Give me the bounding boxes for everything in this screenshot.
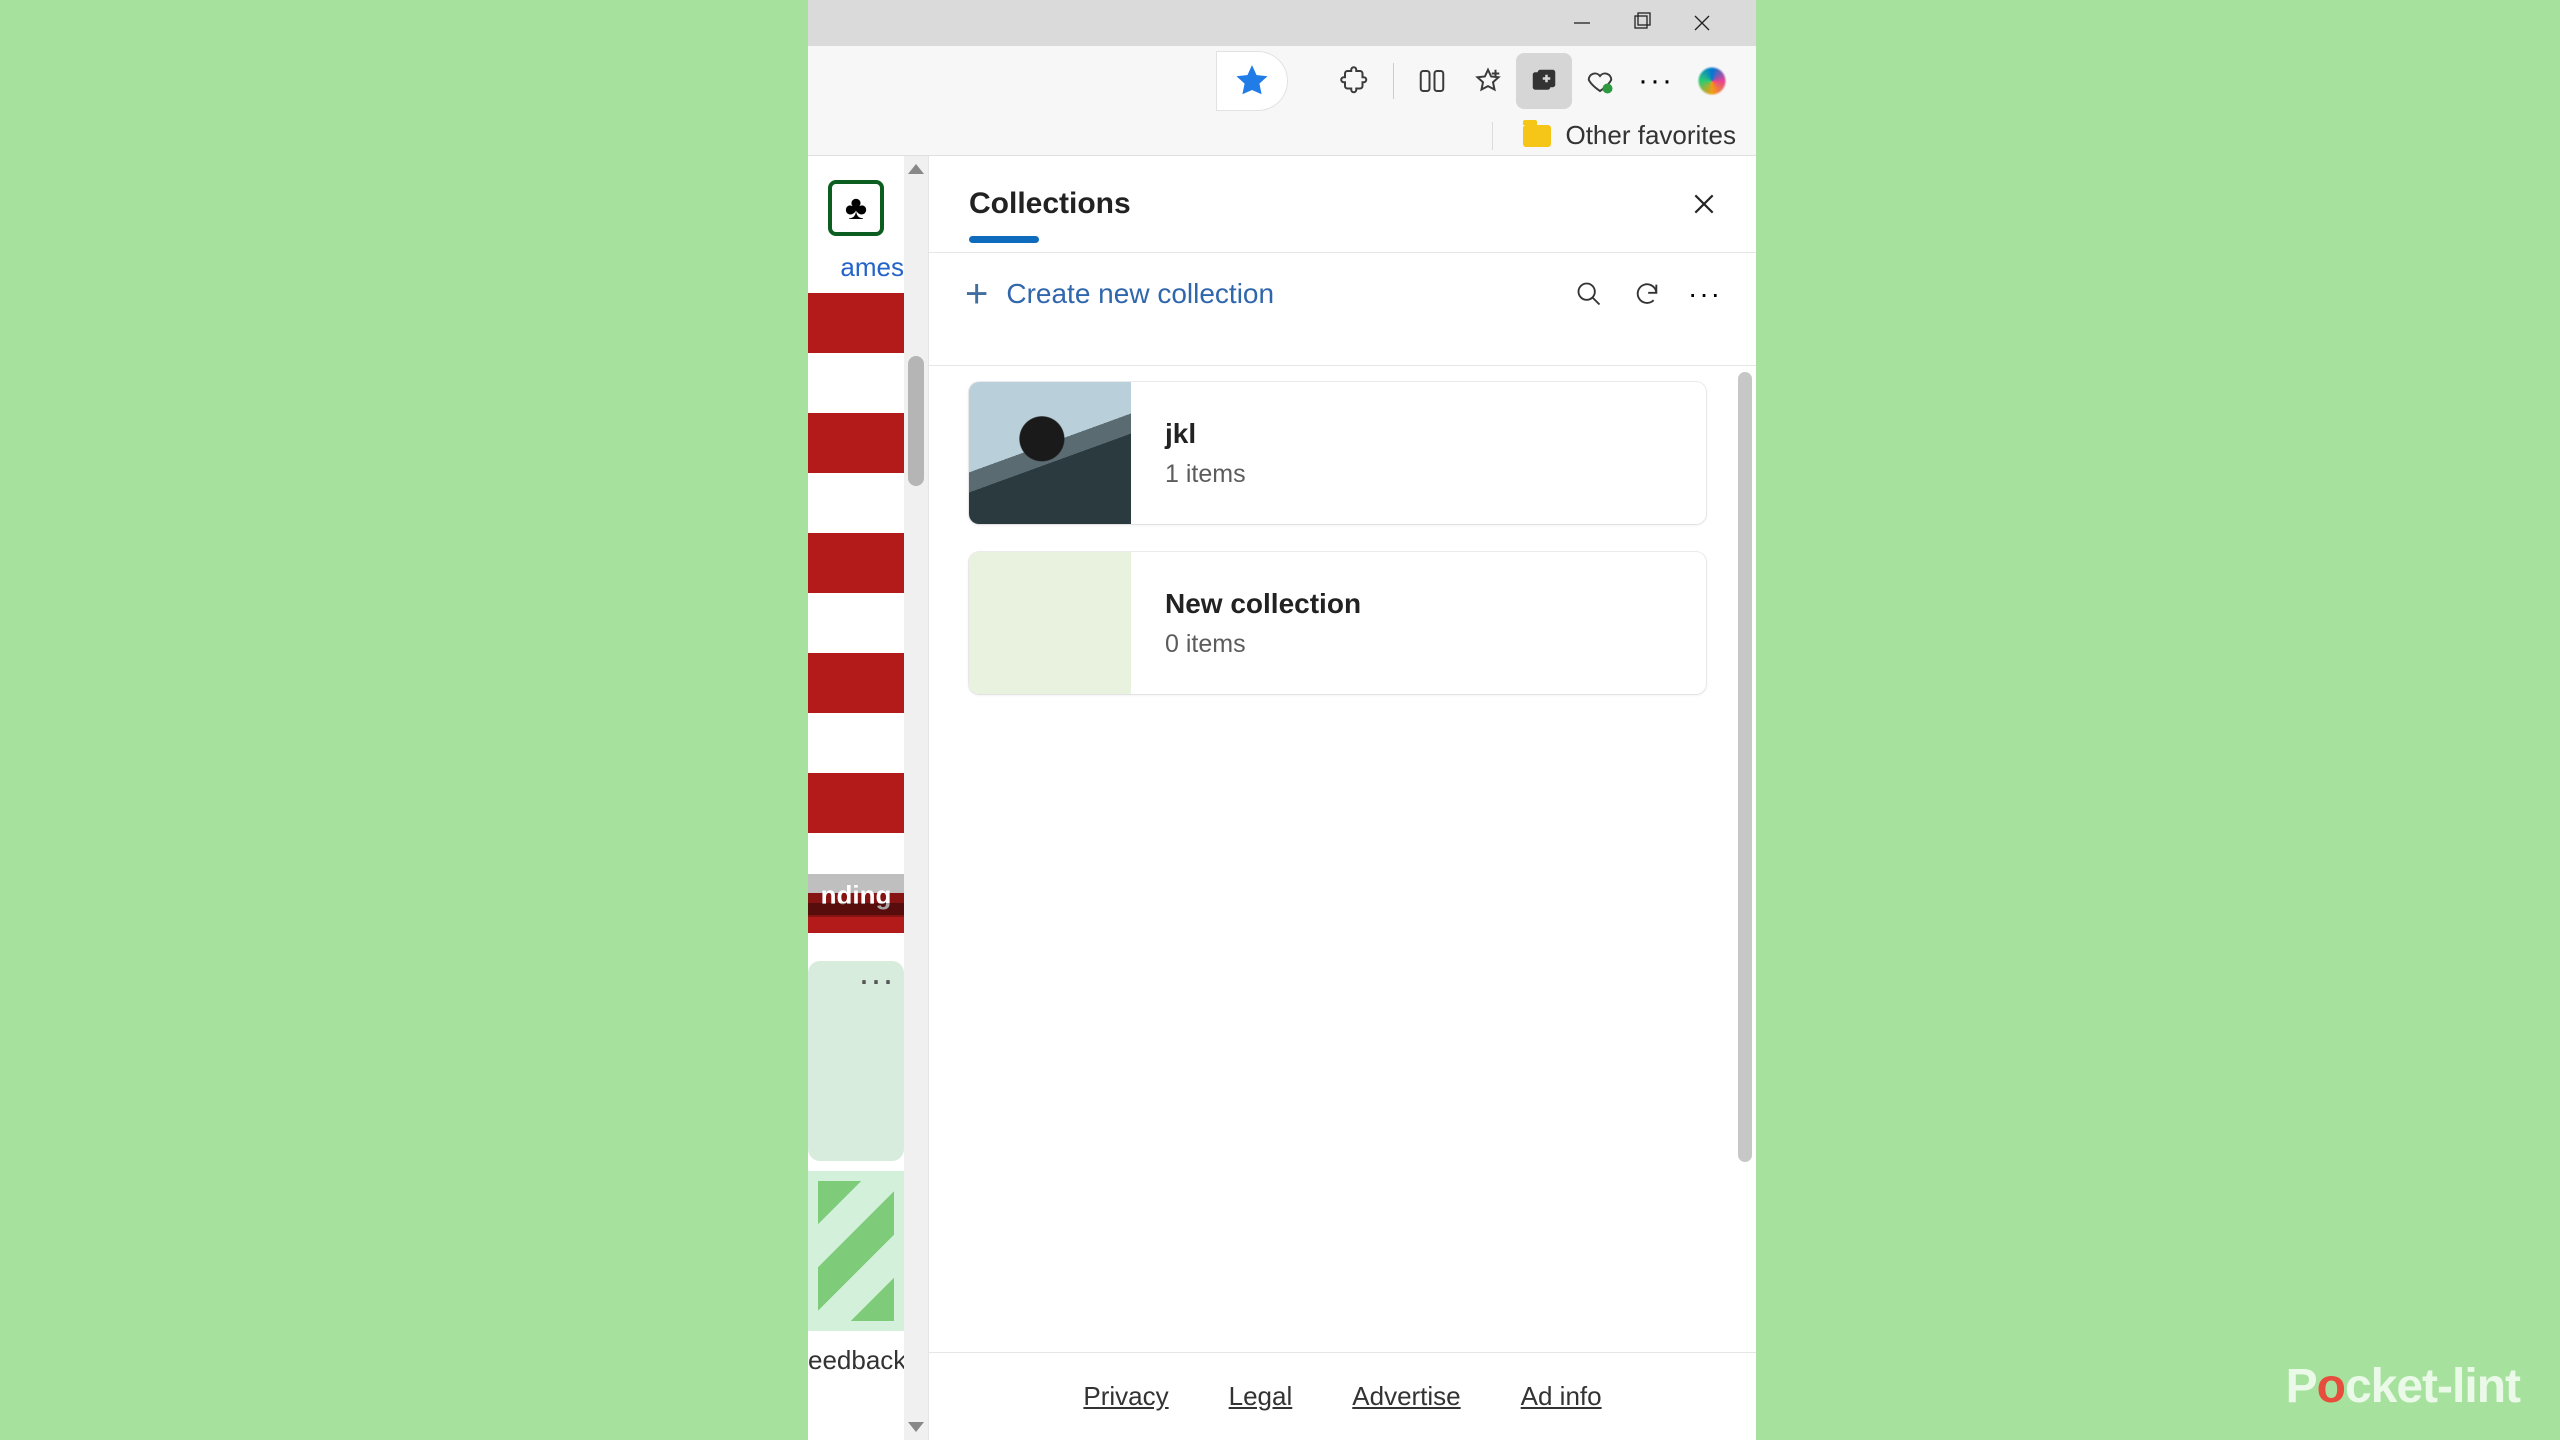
collection-count: 0 items	[1165, 630, 1361, 659]
games-tile[interactable]: ames	[808, 164, 904, 289]
feedback-link[interactable]: eedback	[808, 1345, 904, 1376]
footer-legal-link[interactable]: Legal	[1229, 1381, 1293, 1412]
refresh-collections-button[interactable]	[1630, 277, 1664, 311]
copilot-button[interactable]	[1684, 53, 1740, 109]
watermark: Pocket-lint	[2286, 1359, 2520, 1414]
browser-window: ··· Other favorites ames nding	[808, 0, 1756, 1440]
trending-tile[interactable]: nding	[808, 289, 904, 939]
split-screen-button[interactable]	[1404, 53, 1460, 109]
collection-thumb	[969, 382, 1131, 524]
plus-icon: +	[965, 284, 988, 304]
create-collection-button[interactable]: + Create new collection	[965, 278, 1274, 310]
more-menu-button[interactable]: ···	[1628, 53, 1684, 109]
collections-scrollbar[interactable]	[1738, 372, 1752, 1162]
collections-action-icons: ···	[1572, 277, 1722, 311]
ellipsis-icon: ···	[1638, 64, 1674, 98]
watermark-text2: cket-lint	[2345, 1360, 2520, 1413]
us-flag-thumb: nding	[808, 293, 904, 933]
scroll-up-icon[interactable]	[908, 164, 924, 174]
maximize-button[interactable]	[1626, 7, 1658, 39]
favorites-bar: Other favorites	[808, 116, 1756, 156]
trending-label: nding	[808, 874, 904, 917]
address-bar-tail[interactable]	[1217, 52, 1287, 110]
scroll-down-icon[interactable]	[908, 1422, 924, 1432]
favorites-separator	[1492, 122, 1493, 150]
toolbar-separator	[1393, 63, 1394, 99]
minimize-button[interactable]	[1566, 7, 1598, 39]
games-link[interactable]: ames	[840, 252, 904, 283]
close-panel-button[interactable]	[1686, 186, 1722, 222]
extensions-button[interactable]	[1327, 53, 1383, 109]
collections-header: Collections	[929, 156, 1756, 222]
search-icon	[1575, 280, 1603, 308]
favorite-star-icon	[1235, 64, 1269, 98]
collection-count: 1 items	[1165, 460, 1246, 489]
favorites-button[interactable]	[1460, 53, 1516, 109]
collections-actions: + Create new collection	[929, 253, 1756, 335]
refresh-icon	[1633, 280, 1661, 308]
create-collection-label: Create new collection	[1006, 278, 1274, 310]
collections-icon	[1529, 66, 1559, 96]
close-window-button[interactable]	[1686, 7, 1718, 39]
other-favorites-label: Other favorites	[1565, 120, 1736, 151]
collections-title: Collections	[969, 187, 1131, 221]
webpage-content: ames nding ··· eedback	[808, 156, 904, 1440]
map-tile[interactable]	[808, 1171, 904, 1331]
collection-meta: jkl 1 items	[1131, 418, 1246, 489]
browser-essentials-button[interactable]	[1572, 53, 1628, 109]
more-collections-button[interactable]: ···	[1688, 277, 1722, 311]
star-plus-icon	[1473, 66, 1503, 96]
scroll-thumb[interactable]	[908, 356, 924, 486]
collection-name: jkl	[1165, 418, 1246, 450]
footer-adinfo-link[interactable]: Ad info	[1521, 1381, 1602, 1412]
content-area: ames nding ··· eedback Collections	[808, 156, 1756, 1440]
collection-thumb	[969, 552, 1131, 694]
collection-name: New collection	[1165, 588, 1361, 620]
collection-item-new[interactable]: New collection 0 items	[969, 552, 1706, 694]
copilot-icon	[1693, 62, 1731, 100]
window-controls	[808, 0, 1756, 46]
collection-meta: New collection 0 items	[1131, 588, 1361, 659]
collections-button[interactable]	[1516, 53, 1572, 109]
watermark-text: P	[2286, 1360, 2317, 1413]
page-scrollbar[interactable]	[904, 156, 928, 1440]
card-games-thumb	[808, 168, 904, 248]
heart-pulse-icon	[1585, 66, 1615, 96]
footer-privacy-link[interactable]: Privacy	[1083, 1381, 1168, 1412]
feed-card[interactable]: ···	[808, 961, 904, 1161]
footer-advertise-link[interactable]: Advertise	[1352, 1381, 1460, 1412]
search-collections-button[interactable]	[1572, 277, 1606, 311]
folder-icon	[1523, 125, 1551, 147]
close-icon	[1691, 191, 1717, 217]
collections-panel: Collections + Create new collection	[928, 156, 1756, 1440]
collections-list: jkl 1 items New collection 0 items	[929, 366, 1756, 1352]
watermark-o: o	[2317, 1360, 2345, 1413]
other-favorites-folder[interactable]: Other favorites	[1523, 120, 1736, 151]
collections-footer: Privacy Legal Advertise Ad info	[929, 1352, 1756, 1440]
puzzle-icon	[1340, 66, 1370, 96]
collection-item-jkl[interactable]: jkl 1 items	[969, 382, 1706, 524]
browser-toolbar: ···	[808, 46, 1756, 116]
card-ellipsis[interactable]: ···	[858, 971, 894, 989]
split-screen-icon	[1417, 66, 1447, 96]
ellipsis-icon: ···	[1688, 278, 1722, 310]
